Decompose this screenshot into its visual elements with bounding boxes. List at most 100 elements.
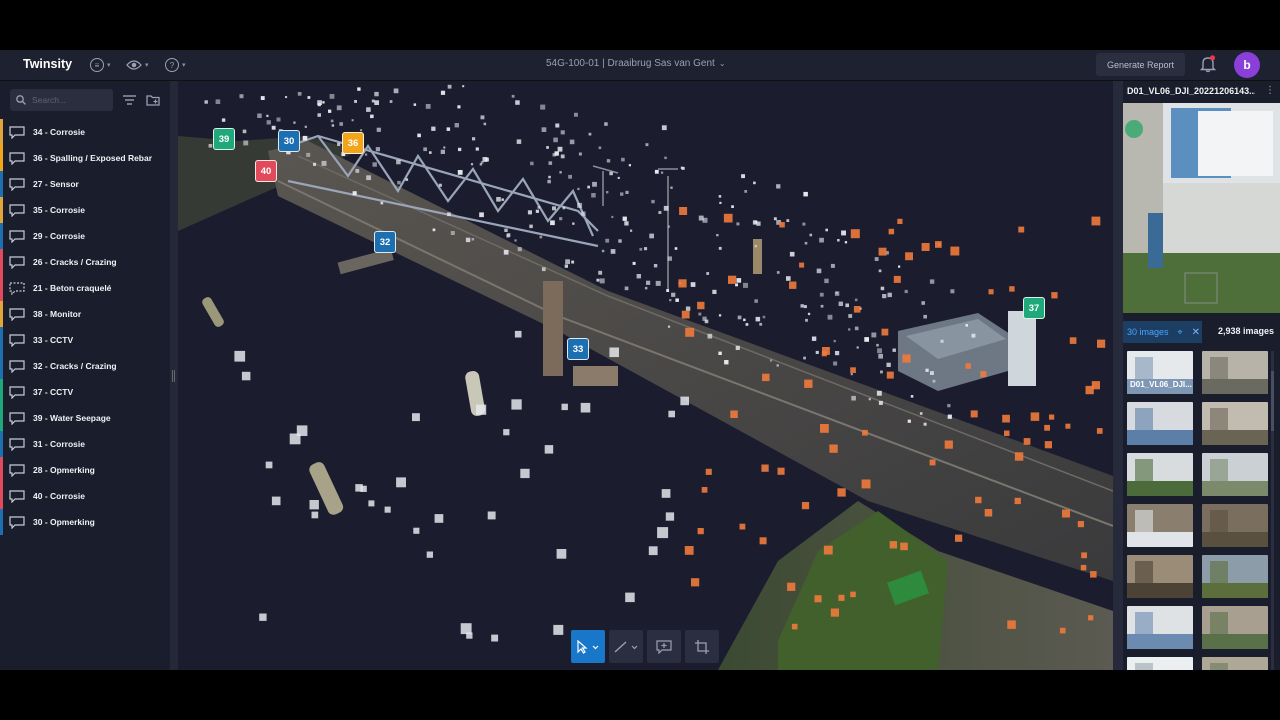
measure-tool-button[interactable] xyxy=(609,630,643,663)
video-letterbox-bottom xyxy=(0,670,1280,720)
thumbnail-photo xyxy=(1202,351,1268,394)
issue-item[interactable]: 29 - Corrosie xyxy=(0,223,170,249)
bell-icon[interactable] xyxy=(1199,55,1217,73)
tab-all-images[interactable]: 2,938 images xyxy=(1218,326,1274,336)
camera-position-icon[interactable] xyxy=(1125,120,1143,138)
search-box[interactable] xyxy=(10,89,113,111)
generate-report-button[interactable]: Generate Report xyxy=(1096,53,1185,76)
3d-viewport[interactable]: 39 30 36 40 32 33 37 xyxy=(178,81,1113,670)
annotation-marker[interactable]: 32 xyxy=(374,231,396,253)
search-input[interactable] xyxy=(32,95,102,105)
image-thumbnail[interactable] xyxy=(1202,402,1268,445)
filter-icon[interactable] xyxy=(122,93,137,107)
image-thumbnail[interactable] xyxy=(1127,657,1193,670)
project-selector[interactable]: 54G-100-01 | Draaibrug Sas van Gent ⌄ xyxy=(546,58,726,69)
issue-item[interactable]: 34 - Corrosie xyxy=(0,119,170,145)
issue-list: 34 - Corrosie 36 - Spalling / Exposed Reb… xyxy=(0,119,170,535)
issue-item[interactable]: 32 - Cracks / Crazing xyxy=(0,353,170,379)
image-thumbnail[interactable] xyxy=(1202,453,1268,496)
comment-icon xyxy=(9,203,25,217)
tab-filtered-images[interactable]: 30 images ⌖ ✕ xyxy=(1123,321,1202,343)
image-thumbnail[interactable] xyxy=(1202,657,1268,670)
close-icon[interactable]: ✕ xyxy=(1192,327,1200,338)
target-icon[interactable]: ⌖ xyxy=(1178,327,1183,338)
add-folder-icon[interactable] xyxy=(146,93,161,107)
annotate-tool-button[interactable] xyxy=(647,630,681,663)
view-menu[interactable]: ▾ xyxy=(126,56,154,74)
annotation-marker[interactable]: 40 xyxy=(255,160,277,182)
project-title: 54G-100-01 | Draaibrug Sas van Gent xyxy=(546,58,715,69)
brand-logo[interactable]: Twinsity xyxy=(23,57,72,71)
issue-label: 39 - Water Seepage xyxy=(33,413,111,423)
chevron-down-icon: ⌄ xyxy=(718,59,726,68)
help-menu[interactable]: ? ▾ xyxy=(165,56,193,74)
issue-color-bar xyxy=(0,197,3,223)
eye-icon xyxy=(126,60,142,70)
right-panel-splitter[interactable] xyxy=(1113,81,1123,670)
issue-item[interactable]: 37 - CCTV xyxy=(0,379,170,405)
annotation-marker[interactable]: 37 xyxy=(1023,297,1045,319)
image-thumbnail[interactable] xyxy=(1127,453,1193,496)
app-window: Twinsity ≡ ▾ ▾ ? ▾ 54G-100-01 | Draaibrug … xyxy=(0,50,1280,670)
issue-item[interactable]: 36 - Spalling / Exposed Rebar xyxy=(0,145,170,171)
issue-item[interactable]: 40 - Corrosie xyxy=(0,483,170,509)
issue-item[interactable]: 27 - Sensor xyxy=(0,171,170,197)
image-preview[interactable] xyxy=(1123,103,1280,313)
image-thumbnail[interactable] xyxy=(1127,555,1193,598)
comment-icon xyxy=(9,307,25,321)
search-icon xyxy=(16,95,26,105)
issue-color-bar xyxy=(0,457,3,483)
annotation-marker[interactable]: 30 xyxy=(278,130,300,152)
thumbnail-scrollbar[interactable] xyxy=(1270,351,1275,670)
comment-icon xyxy=(9,177,25,191)
thumbnail-photo xyxy=(1202,606,1268,649)
left-panel-splitter[interactable] xyxy=(170,81,178,670)
thumbnail-label: D01_VL06_DJI... xyxy=(1130,380,1192,389)
splitter-grip[interactable] xyxy=(172,370,175,382)
annotation-marker[interactable]: 33 xyxy=(567,338,589,360)
comment-icon xyxy=(9,281,25,295)
image-thumbnail[interactable] xyxy=(1202,504,1268,547)
thumbnail-photo xyxy=(1202,402,1268,445)
issue-item[interactable]: 38 - Monitor xyxy=(0,301,170,327)
image-thumbnail[interactable] xyxy=(1127,504,1193,547)
comment-icon xyxy=(9,255,25,269)
point-cloud-scene[interactable] xyxy=(178,81,1113,670)
image-thumbnail[interactable] xyxy=(1202,606,1268,649)
avatar[interactable]: b xyxy=(1234,52,1260,78)
issue-item[interactable]: 31 - Corrosie xyxy=(0,431,170,457)
issue-label: 21 - Beton craquelé xyxy=(33,283,112,293)
issue-item[interactable]: 33 - CCTV xyxy=(0,327,170,353)
comment-icon xyxy=(9,125,25,139)
more-options-icon[interactable]: ⋮ xyxy=(1265,85,1275,96)
issue-item[interactable]: 39 - Water Seepage xyxy=(0,405,170,431)
comment-icon xyxy=(9,437,25,451)
issue-color-bar xyxy=(0,249,3,275)
comment-icon xyxy=(9,385,25,399)
help-icon: ? xyxy=(165,58,179,72)
issue-item[interactable]: 28 - Opmerking xyxy=(0,457,170,483)
issue-color-bar xyxy=(0,145,3,171)
thumbnail-photo xyxy=(1127,402,1193,445)
issue-label: 30 - Opmerking xyxy=(33,517,95,527)
annotation-marker[interactable]: 39 xyxy=(213,128,235,150)
comment-icon xyxy=(9,333,25,347)
layers-menu[interactable]: ≡ ▾ xyxy=(90,56,118,74)
image-thumbnail[interactable] xyxy=(1127,606,1193,649)
bottom-toolbar xyxy=(571,630,719,663)
annotation-marker[interactable]: 36 xyxy=(342,132,364,154)
issue-item[interactable]: 26 - Cracks / Crazing xyxy=(0,249,170,275)
image-tabs: 30 images ⌖ ✕ 2,938 images xyxy=(1123,321,1280,343)
thumbnail-photo xyxy=(1127,504,1193,547)
image-thumbnail[interactable]: D01_VL06_DJI... xyxy=(1127,351,1193,394)
image-thumbnail[interactable] xyxy=(1127,402,1193,445)
select-tool-button[interactable] xyxy=(571,630,605,663)
thumbnail-photo xyxy=(1127,453,1193,496)
image-thumbnail[interactable] xyxy=(1202,555,1268,598)
crop-tool-button[interactable] xyxy=(685,630,719,663)
issue-item[interactable]: 21 - Beton craquelé xyxy=(0,275,170,301)
issue-label: 38 - Monitor xyxy=(33,309,82,319)
image-thumbnail[interactable] xyxy=(1202,351,1268,394)
issue-item[interactable]: 35 - Corrosie xyxy=(0,197,170,223)
issue-item[interactable]: 30 - Opmerking xyxy=(0,509,170,535)
